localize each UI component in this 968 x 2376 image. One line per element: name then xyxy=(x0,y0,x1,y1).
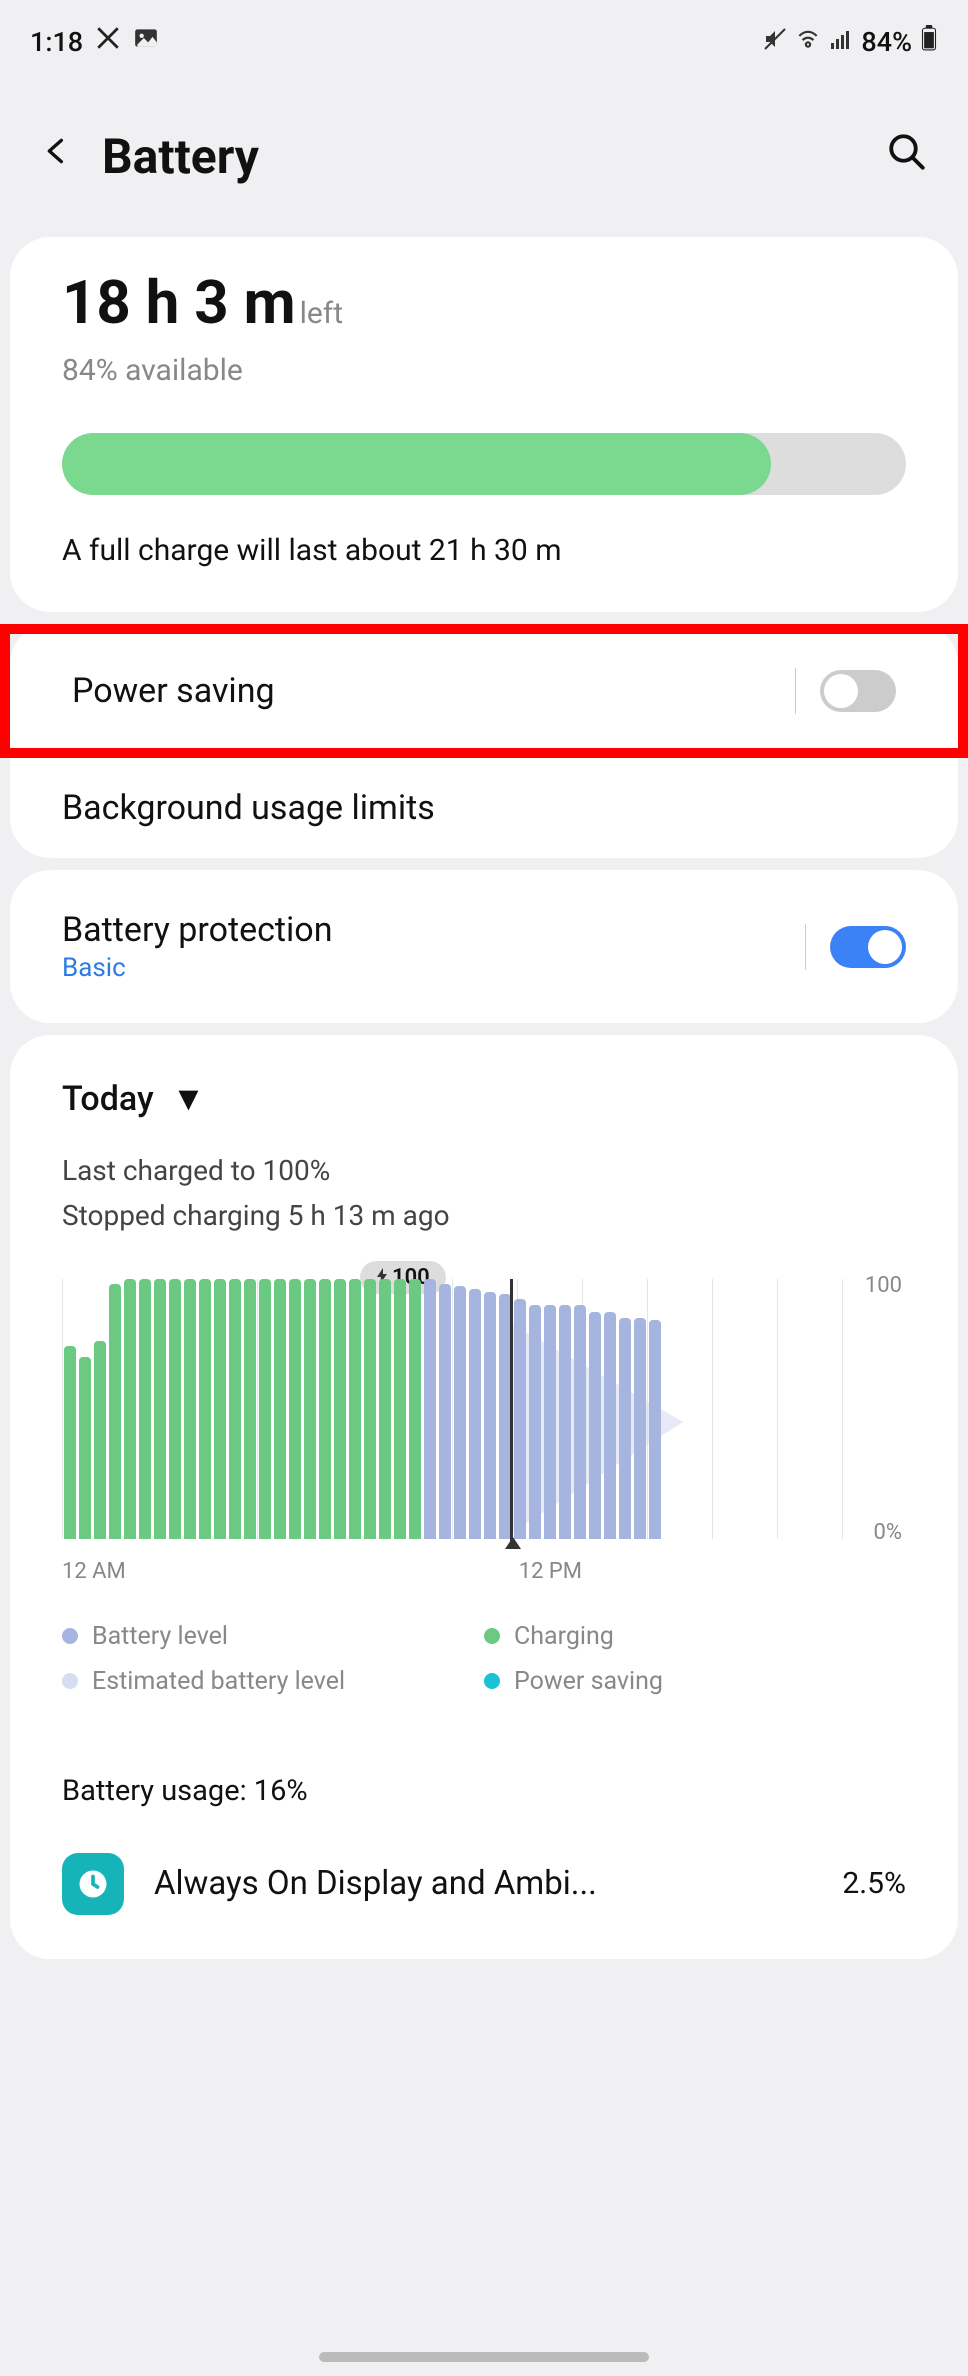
power-saving-label: Power saving xyxy=(72,671,275,711)
page-title: Battery xyxy=(102,128,886,185)
full-charge-estimate: A full charge will last about 21 h 30 m xyxy=(62,533,906,568)
chart-legend: Battery levelChargingEstimated battery l… xyxy=(62,1614,906,1704)
signal-icon xyxy=(829,26,853,58)
battery-icon xyxy=(920,25,938,58)
highlight-annotation: Power saving xyxy=(0,624,968,758)
search-button[interactable] xyxy=(886,131,928,183)
status-battery-pct: 84% xyxy=(861,26,912,58)
app-percent: 2.5% xyxy=(842,1866,906,1901)
x-axis-12pm: 12 PM xyxy=(519,1559,582,1584)
x-axis-12am: 12 AM xyxy=(62,1559,126,1584)
settings-card-2: Battery protection Basic xyxy=(10,870,958,1023)
y-axis-0: 0% xyxy=(874,1520,902,1545)
battery-level-bar xyxy=(62,433,906,495)
time-remaining-label: left xyxy=(300,296,343,331)
legend-item: Estimated battery level xyxy=(62,1659,484,1704)
stopped-charging-text: Stopped charging 5 h 13 m ago xyxy=(62,1194,906,1239)
legend-item: Power saving xyxy=(484,1659,906,1704)
legend-item: Battery level xyxy=(62,1614,484,1659)
battery-protection-sub: Basic xyxy=(62,953,332,983)
power-saving-row[interactable]: Power saving xyxy=(10,634,958,748)
app-usage-row[interactable]: Always On Display and Ambi... 2.5% xyxy=(62,1838,906,1915)
status-time: 1:18 xyxy=(30,26,83,58)
mute-icon xyxy=(763,26,787,58)
home-indicator[interactable] xyxy=(319,2352,649,2362)
background-limits-label: Background usage limits xyxy=(62,788,435,828)
time-remaining: 18 h 3 m xyxy=(62,267,296,338)
background-limits-row[interactable]: Background usage limits xyxy=(62,758,906,858)
last-charged-text: Last charged to 100% xyxy=(62,1149,906,1194)
app-name: Always On Display and Ambi... xyxy=(154,1864,812,1903)
gallery-icon xyxy=(133,25,159,58)
legend-item: Charging xyxy=(484,1614,906,1659)
battery-usage-title: Battery usage: 16% xyxy=(62,1774,906,1808)
available-percent: 84% available xyxy=(62,353,906,388)
settings-card-1: Power saving Background usage limits xyxy=(10,624,958,858)
battery-protection-label: Battery protection xyxy=(62,910,332,950)
battery-protection-row[interactable]: Battery protection Basic xyxy=(62,900,906,993)
today-dropdown[interactable]: Today ▼ xyxy=(62,1079,906,1119)
y-axis-100: 100 xyxy=(865,1273,902,1298)
clock-icon xyxy=(62,1853,124,1915)
usage-card: Today ▼ Last charged to 100% Stopped cha… xyxy=(10,1035,958,1959)
status-bar: 1:18 84% xyxy=(0,0,968,68)
battery-chart: 100 100 0% 12 AM 12 PM Battery levelChar… xyxy=(62,1279,906,1704)
chevron-down-icon: ▼ xyxy=(172,1079,206,1119)
today-label: Today xyxy=(62,1079,154,1119)
header: Battery xyxy=(0,68,968,225)
back-button[interactable] xyxy=(40,129,72,184)
power-saving-toggle[interactable] xyxy=(820,670,896,712)
battery-summary-card: 18 h 3 m left 84% available A full charg… xyxy=(10,237,958,612)
battery-protection-toggle[interactable] xyxy=(830,926,906,968)
wifi-icon xyxy=(795,25,821,58)
x-app-icon xyxy=(95,25,121,58)
